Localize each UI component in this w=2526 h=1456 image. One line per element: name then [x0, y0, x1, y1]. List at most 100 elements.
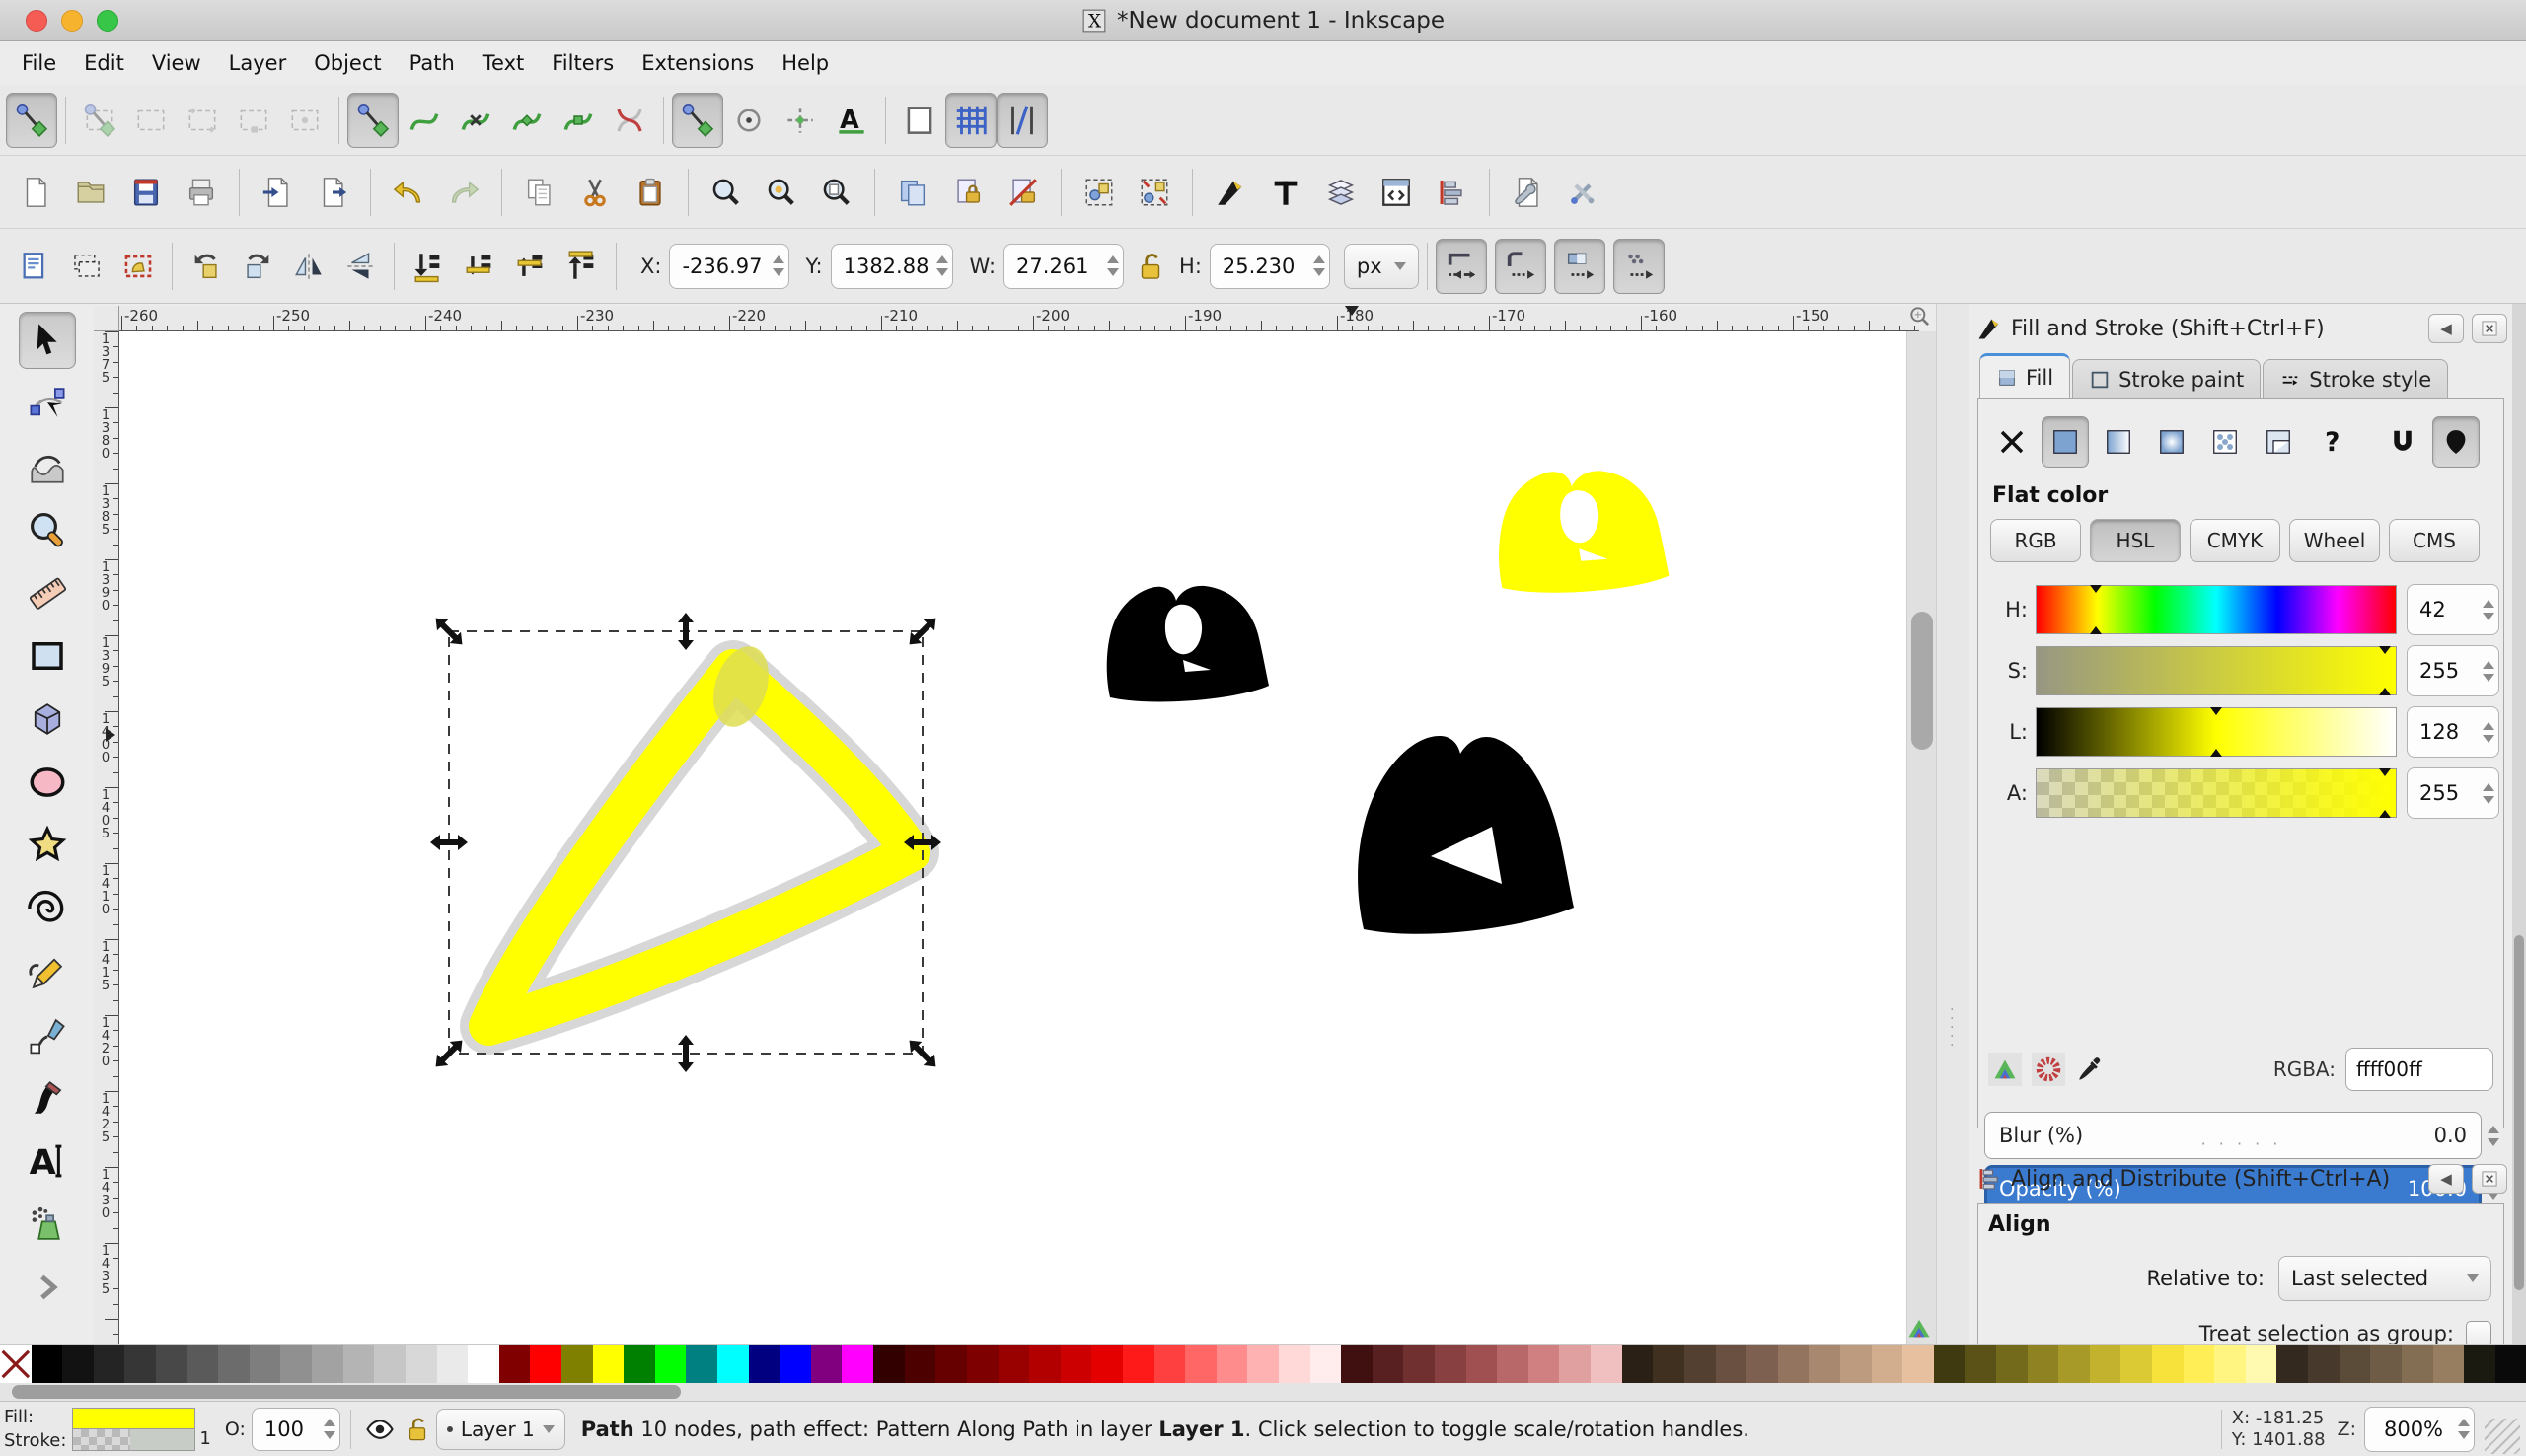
- palette-swatch-56[interactable]: [1746, 1345, 1778, 1384]
- color-managed-view-toggle[interactable]: [1904, 1314, 1934, 1342]
- canvas-vertical-scrollbar[interactable]: [1906, 331, 1936, 1344]
- align-dialog-button[interactable]: [1426, 165, 1477, 220]
- palette-swatch-23[interactable]: [717, 1345, 749, 1384]
- palette-swatch-3[interactable]: [94, 1345, 125, 1384]
- palette-swatch-8[interactable]: [250, 1345, 281, 1384]
- group-button[interactable]: [1074, 165, 1125, 220]
- tool-selector-button[interactable]: [19, 312, 76, 369]
- palette-swatch-61[interactable]: [1902, 1345, 1934, 1384]
- palette-swatch-17[interactable]: [530, 1345, 561, 1384]
- rotate-cw-button[interactable]: [232, 239, 283, 294]
- palette-swatch-15[interactable]: [468, 1345, 499, 1384]
- select-all-layers-button[interactable]: [61, 239, 112, 294]
- affect-pattern-button[interactable]: [1613, 239, 1665, 294]
- palette-swatch-10[interactable]: [312, 1345, 343, 1384]
- palette-swatch-79[interactable]: [2464, 1345, 2495, 1384]
- palette-swatch-59[interactable]: [1840, 1345, 1872, 1384]
- palette-swatch-34[interactable]: [1061, 1345, 1092, 1384]
- color-mode-wheel[interactable]: Wheel: [2289, 519, 2380, 562]
- palette-swatch-54[interactable]: [1684, 1345, 1716, 1384]
- palette-swatch-80[interactable]: [2495, 1345, 2526, 1384]
- object-opacity-field[interactable]: 100: [252, 1408, 340, 1451]
- tab-stroke-paint[interactable]: Stroke paint: [2072, 359, 2261, 399]
- tool-pen-button[interactable]: [19, 1006, 76, 1063]
- tool-spiral-button[interactable]: [19, 880, 76, 937]
- fillrule-evenodd-button[interactable]: [2379, 416, 2426, 468]
- palette-swatch-1[interactable]: [32, 1345, 63, 1384]
- palette-swatch-27[interactable]: [842, 1345, 873, 1384]
- tool-star-button[interactable]: [19, 817, 76, 874]
- paste-button[interactable]: [625, 165, 676, 220]
- palette-swatch-43[interactable]: [1341, 1345, 1373, 1384]
- fill-flat-button[interactable]: [2042, 416, 2089, 468]
- deselect-button[interactable]: [112, 239, 164, 294]
- selected-triangle-shape[interactable]: [488, 639, 911, 1026]
- palette-swatch-45[interactable]: [1403, 1345, 1435, 1384]
- snap-path-button[interactable]: [399, 93, 450, 148]
- x-field[interactable]: -236.97: [669, 244, 789, 289]
- palette-swatch-76[interactable]: [2370, 1345, 2402, 1384]
- y-field[interactable]: 1382.88: [831, 244, 954, 289]
- palette-swatch-69[interactable]: [2152, 1345, 2184, 1384]
- palette-swatch-6[interactable]: [187, 1345, 219, 1384]
- save-document-button[interactable]: [120, 165, 172, 220]
- zoom-page-button[interactable]: [811, 165, 862, 220]
- preferences-button[interactable]: [1557, 165, 1608, 220]
- affect-stroke-button[interactable]: [1436, 239, 1487, 294]
- palette-swatch-77[interactable]: [2402, 1345, 2433, 1384]
- horizontal-ruler[interactable]: -260-250-240-230-220-210-200-190-180-170…: [119, 306, 1919, 331]
- layers-dialog-button[interactable]: [1315, 165, 1367, 220]
- raise-button[interactable]: [505, 239, 557, 294]
- palette-swatch-7[interactable]: [218, 1345, 250, 1384]
- units-dropdown[interactable]: px: [1344, 244, 1419, 289]
- palette-swatch-42[interactable]: [1310, 1345, 1342, 1384]
- palette-swatch-53[interactable]: [1653, 1345, 1684, 1384]
- snap-guides-button[interactable]: [997, 93, 1048, 148]
- zoom-drawing-button[interactable]: [756, 165, 807, 220]
- lower-button[interactable]: [454, 239, 505, 294]
- palette-swatch-22[interactable]: [686, 1345, 717, 1384]
- palette-swatch-none[interactable]: [0, 1345, 32, 1384]
- palette-swatch-62[interactable]: [1934, 1345, 1966, 1384]
- palette-swatch-75[interactable]: [2340, 1345, 2371, 1384]
- palette-swatch-47[interactable]: [1466, 1345, 1498, 1384]
- color-mode-hsl[interactable]: HSL: [2090, 519, 2181, 562]
- palette-swatch-4[interactable]: [124, 1345, 156, 1384]
- fill-color-swatch[interactable]: [72, 1408, 195, 1429]
- fill-pattern-button[interactable]: [2201, 416, 2249, 468]
- create-clone-button[interactable]: [942, 165, 994, 220]
- fill-linear-gradient-button[interactable]: [2095, 416, 2142, 468]
- palette-swatch-50[interactable]: [1559, 1345, 1591, 1384]
- palette-swatch-78[interactable]: [2433, 1345, 2465, 1384]
- rotate-ccw-button[interactable]: [181, 239, 232, 294]
- palette-swatch-37[interactable]: [1154, 1345, 1186, 1384]
- tool-tweak-button[interactable]: [19, 438, 76, 495]
- menu-layer[interactable]: Layer: [215, 45, 301, 81]
- palette-swatch-68[interactable]: [2120, 1345, 2152, 1384]
- palette-swatch-12[interactable]: [374, 1345, 406, 1384]
- alp-value-field[interactable]: 255: [2407, 767, 2499, 819]
- color-mode-cms[interactable]: CMS: [2389, 519, 2480, 562]
- toolbox-expander-button[interactable]: [19, 1259, 76, 1316]
- stroke-color-swatch[interactable]: [72, 1429, 195, 1451]
- menu-edit[interactable]: Edit: [70, 45, 138, 81]
- snap-line-midpoints-button[interactable]: [604, 93, 655, 148]
- palette-swatch-36[interactable]: [1123, 1345, 1154, 1384]
- lig-slider-track[interactable]: [2036, 707, 2397, 757]
- menu-filters[interactable]: Filters: [538, 45, 628, 81]
- tool-pencil-button[interactable]: [19, 943, 76, 1000]
- window-resize-grip[interactable]: [2485, 1419, 2520, 1454]
- palette-swatch-72[interactable]: [2246, 1345, 2277, 1384]
- document-properties-button[interactable]: [1502, 165, 1553, 220]
- raise-to-top-button[interactable]: [557, 239, 608, 294]
- align-close-button[interactable]: [2472, 1164, 2507, 1194]
- menu-view[interactable]: View: [138, 45, 215, 81]
- palette-swatch-64[interactable]: [1996, 1345, 2028, 1384]
- palette-swatch-70[interactable]: [2184, 1345, 2215, 1384]
- palette-swatch-11[interactable]: [343, 1345, 375, 1384]
- xml-editor-button[interactable]: [1371, 165, 1422, 220]
- snap-smooth-nodes-button[interactable]: [553, 93, 604, 148]
- menu-file[interactable]: File: [8, 45, 70, 81]
- snap-text-baseline-button[interactable]: A: [826, 93, 877, 148]
- sat-value-field[interactable]: 255: [2407, 645, 2499, 696]
